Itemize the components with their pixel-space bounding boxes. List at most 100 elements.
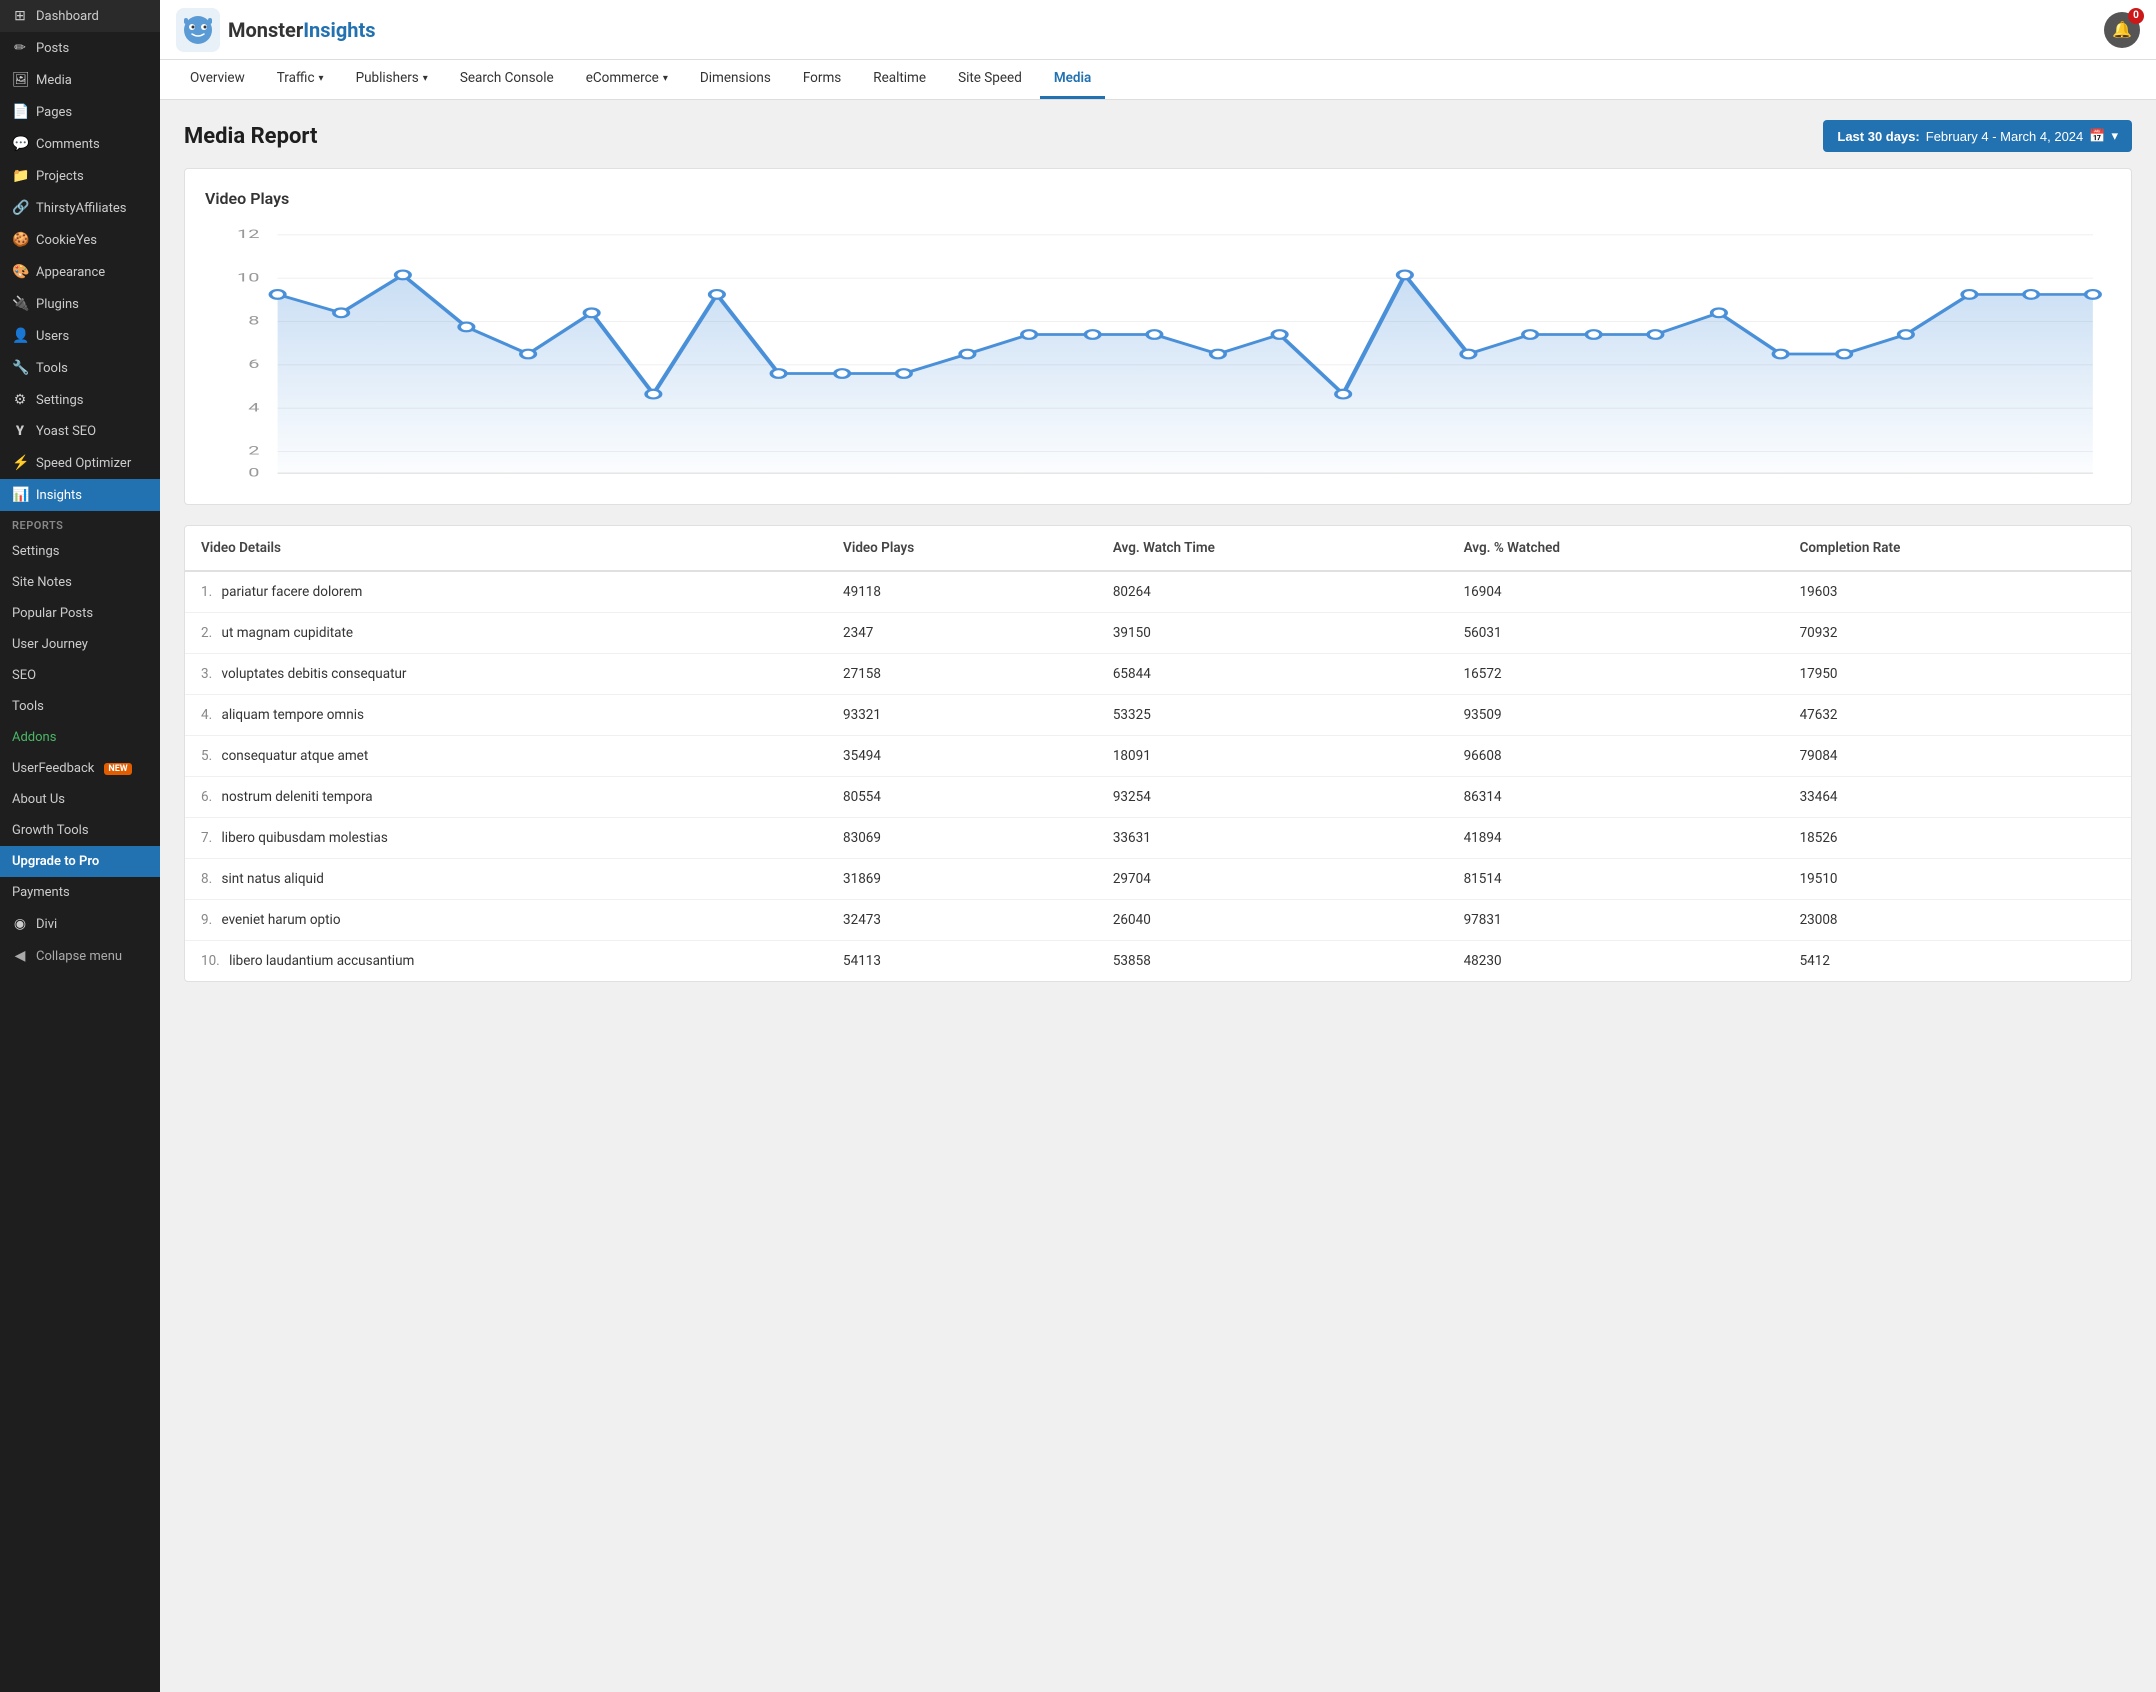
video-name: nostrum deleniti tempora xyxy=(222,789,373,805)
sidebar-label-addons: Addons xyxy=(12,730,56,745)
report-title: Media Report xyxy=(184,124,317,149)
tab-media[interactable]: Media xyxy=(1040,60,1105,99)
sidebar-item-collapse[interactable]: ◀ Collapse menu xyxy=(0,940,160,972)
sidebar-item-addons[interactable]: Addons xyxy=(0,722,160,753)
sidebar-item-userfeedback[interactable]: UserFeedback NEW xyxy=(0,753,160,784)
row-number: 1. xyxy=(201,584,212,600)
dashboard-icon: ⊞ xyxy=(12,8,28,24)
chart-card: Video Plays 12 10 8 6 4 xyxy=(184,168,2132,505)
video-name: libero laudantium accusantium xyxy=(229,953,414,969)
sidebar-item-plugins[interactable]: 🔌 Plugins xyxy=(0,288,160,320)
cell-video-name: 10. libero laudantium accusantium xyxy=(185,941,827,982)
table-row: 1. pariatur facere dolorem 49118 80264 1… xyxy=(185,571,2131,613)
sidebar-item-popular-posts[interactable]: Popular Posts xyxy=(0,598,160,629)
notification-count: 0 xyxy=(2128,8,2144,24)
table-header-row: Video Details Video Plays Avg. Watch Tim… xyxy=(185,526,2131,571)
pages-icon: 📄 xyxy=(12,104,28,120)
sidebar-item-dashboard[interactable]: ⊞ Dashboard xyxy=(0,0,160,32)
tab-forms[interactable]: Forms xyxy=(789,60,855,99)
sidebar-label-upgrade: Upgrade to Pro xyxy=(12,854,99,869)
sidebar-item-media[interactable]: 🖼 Media xyxy=(0,64,160,96)
sidebar-item-projects[interactable]: 📁 Projects xyxy=(0,160,160,192)
tab-traffic[interactable]: Traffic ▾ xyxy=(263,60,338,99)
sidebar-item-tools[interactable]: 🔧 Tools xyxy=(0,352,160,384)
sidebar-label-about-us: About Us xyxy=(12,792,65,807)
nav-tabs: Overview Traffic ▾ Publishers ▾ Search C… xyxy=(160,60,2156,100)
sidebar-item-reports-tools[interactable]: Tools xyxy=(0,691,160,722)
tab-publishers[interactable]: Publishers ▾ xyxy=(342,60,442,99)
appearance-icon: 🎨 xyxy=(12,264,28,280)
cell-avg-pct-watched: 86314 xyxy=(1448,777,1784,818)
sidebar-item-appearance[interactable]: 🎨 Appearance xyxy=(0,256,160,288)
sidebar-label-reports-tools: Tools xyxy=(12,699,44,714)
sidebar-item-seo[interactable]: SEO xyxy=(0,660,160,691)
video-name: pariatur facere dolorem xyxy=(222,584,363,600)
tab-dimensions[interactable]: Dimensions xyxy=(686,60,785,99)
cell-avg-pct-watched: 41894 xyxy=(1448,818,1784,859)
video-plays-chart: 12 10 8 6 4 2 0 xyxy=(205,224,2111,484)
cell-video-plays: 2347 xyxy=(827,613,1097,654)
insights-icon: 📊 xyxy=(12,487,28,503)
comments-icon: 💬 xyxy=(12,136,28,152)
sidebar-item-cookieyes[interactable]: 🍪 CookieYes xyxy=(0,224,160,256)
cell-avg-pct-watched: 48230 xyxy=(1448,941,1784,982)
tab-search-console[interactable]: Search Console xyxy=(446,60,568,99)
row-number: 8. xyxy=(201,871,212,887)
cell-video-name: 1. pariatur facere dolorem xyxy=(185,571,827,613)
sidebar-item-users[interactable]: 👤 Users xyxy=(0,320,160,352)
sidebar-item-pages[interactable]: 📄 Pages xyxy=(0,96,160,128)
sidebar-label-collapse: Collapse menu xyxy=(36,949,122,964)
cell-video-plays: 27158 xyxy=(827,654,1097,695)
tab-overview[interactable]: Overview xyxy=(176,60,259,99)
tab-realtime[interactable]: Realtime xyxy=(859,60,940,99)
video-table: Video Details Video Plays Avg. Watch Tim… xyxy=(184,525,2132,982)
cell-video-plays: 80554 xyxy=(827,777,1097,818)
logo-text: MonsterInsights xyxy=(228,18,375,42)
cell-avg-pct-watched: 93509 xyxy=(1448,695,1784,736)
sidebar-label-cookieyes: CookieYes xyxy=(36,233,97,248)
sidebar-label-growth-tools: Growth Tools xyxy=(12,823,89,838)
sidebar-label-tools: Tools xyxy=(36,361,68,376)
sidebar-label-speed-optimizer: Speed Optimizer xyxy=(36,456,131,471)
table-row: 3. voluptates debitis consequatur 27158 … xyxy=(185,654,2131,695)
cell-video-name: 9. eveniet harum optio xyxy=(185,900,827,941)
video-name: consequatur atque amet xyxy=(222,748,369,764)
sidebar-item-user-journey[interactable]: User Journey xyxy=(0,629,160,660)
sidebar-item-comments[interactable]: 💬 Comments xyxy=(0,128,160,160)
sidebar-item-site-notes[interactable]: Site Notes xyxy=(0,567,160,598)
sidebar-item-thirsty-affiliates[interactable]: 🔗 ThirstyAffiliates xyxy=(0,192,160,224)
date-range-button[interactable]: Last 30 days: February 4 - March 4, 2024… xyxy=(1823,120,2132,152)
row-number: 3. xyxy=(201,666,212,682)
sidebar-label-site-notes: Site Notes xyxy=(12,575,72,590)
tab-ecommerce[interactable]: eCommerce ▾ xyxy=(572,60,682,99)
sidebar-item-yoast[interactable]: Y Yoast SEO xyxy=(0,416,160,447)
tab-site-speed[interactable]: Site Speed xyxy=(944,60,1036,99)
table-row: 5. consequatur atque amet 35494 18091 96… xyxy=(185,736,2131,777)
sidebar-item-speed-optimizer[interactable]: ⚡ Speed Optimizer xyxy=(0,447,160,479)
cell-video-name: 3. voluptates debitis consequatur xyxy=(185,654,827,695)
cell-video-name: 6. nostrum deleniti tempora xyxy=(185,777,827,818)
logo-icon xyxy=(176,8,220,52)
users-icon: 👤 xyxy=(12,328,28,344)
table-row: 8. sint natus aliquid 31869 29704 81514 … xyxy=(185,859,2131,900)
sidebar-item-reports-settings[interactable]: Settings xyxy=(0,536,160,567)
sidebar-item-growth-tools[interactable]: Growth Tools xyxy=(0,815,160,846)
sidebar-item-about-us[interactable]: About Us xyxy=(0,784,160,815)
sidebar-label-comments: Comments xyxy=(36,137,100,152)
row-number: 6. xyxy=(201,789,212,805)
logo-text-accent: Insights xyxy=(303,18,375,42)
sidebar-item-insights[interactable]: 📊 Insights xyxy=(0,479,160,511)
notification-bell[interactable]: 🔔 0 xyxy=(2104,12,2140,48)
sidebar-label-seo: SEO xyxy=(12,668,36,683)
calendar-icon: 📅 xyxy=(2089,128,2105,144)
cookieyes-icon: 🍪 xyxy=(12,232,28,248)
sidebar-item-upgrade[interactable]: Upgrade to Pro xyxy=(0,846,160,877)
sidebar-item-settings[interactable]: ⚙ Settings xyxy=(0,384,160,416)
row-number: 4. xyxy=(201,707,212,723)
cell-video-name: 5. consequatur atque amet xyxy=(185,736,827,777)
sidebar-label-settings: Settings xyxy=(36,393,83,408)
sidebar-item-divi[interactable]: ◉ Divi xyxy=(0,908,160,940)
sidebar-item-payments[interactable]: Payments xyxy=(0,877,160,908)
sidebar-reports-header: Reports xyxy=(0,511,160,536)
sidebar-item-posts[interactable]: ✏ Posts xyxy=(0,32,160,64)
